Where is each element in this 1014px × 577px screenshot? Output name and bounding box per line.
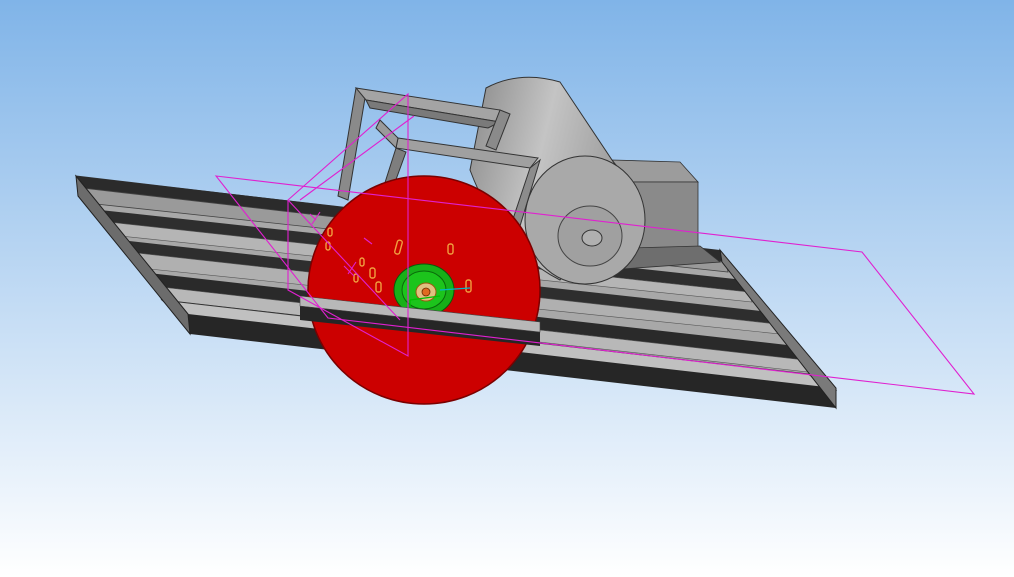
cad-scene[interactable] — [0, 0, 1014, 577]
blade-arbor — [421, 287, 431, 297]
cad-3d-viewport[interactable] — [0, 0, 1014, 577]
motor-shaft — [581, 229, 603, 247]
